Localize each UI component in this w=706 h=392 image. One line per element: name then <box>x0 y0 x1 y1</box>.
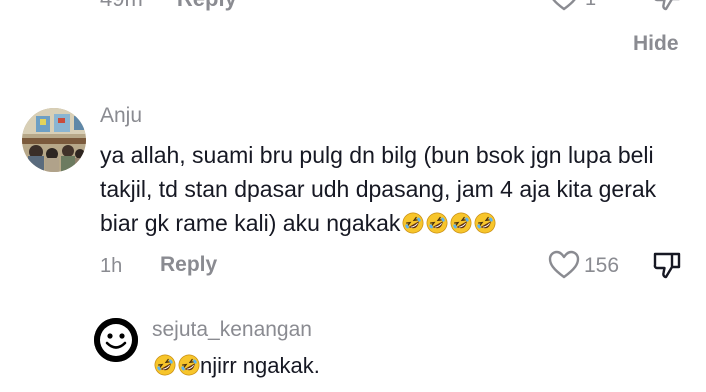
rofl-emoji-icon <box>426 212 448 234</box>
rofl-emoji-icon <box>474 212 496 234</box>
reply-avatar[interactable] <box>94 318 138 362</box>
rofl-emoji-icon <box>178 354 200 376</box>
like-count: 156 <box>584 254 620 277</box>
comment-text-content: ya allah, suami bru pulg dn bilg (bun bs… <box>100 142 657 236</box>
previous-comment-like-button[interactable] <box>548 0 580 17</box>
comment-time: 1h <box>100 255 123 277</box>
heart-outline-icon <box>548 250 580 279</box>
heart-outline-icon <box>552 0 576 11</box>
thumbs-down-icon <box>653 252 681 279</box>
thumbs-down-icon <box>654 0 680 11</box>
comment-text: ya allah, suami bru pulg dn bilg (bun bs… <box>100 138 690 240</box>
previous-comment-dislike-button[interactable] <box>652 0 682 17</box>
reply-emojis <box>152 353 200 378</box>
rofl-emoji-icon <box>450 212 472 234</box>
rofl-emoji-icon <box>402 212 424 234</box>
reply-text-content: njirr ngakak. <box>200 353 320 378</box>
rofl-emoji-icon <box>154 354 176 376</box>
dislike-button[interactable] <box>652 250 682 280</box>
comment-username[interactable]: Anju <box>100 104 142 128</box>
comment-emojis <box>400 210 496 236</box>
smiley-face-icon <box>94 318 138 362</box>
avatar[interactable] <box>22 108 86 172</box>
previous-comment-reply-button[interactable]: Reply <box>177 0 237 11</box>
reply-button[interactable]: Reply <box>160 253 217 277</box>
previous-comment-time: 49m <box>100 0 143 11</box>
hide-replies-button[interactable]: Hide <box>633 32 679 56</box>
reply-text: njirr ngakak. <box>152 350 320 382</box>
previous-comment-meta: 49m Reply <box>100 0 237 12</box>
previous-comment-like-count: 1 <box>585 0 596 11</box>
reply-username[interactable]: sejuta_kenangan <box>152 318 312 342</box>
avatar-photo <box>22 108 86 172</box>
like-button[interactable] <box>548 250 580 280</box>
